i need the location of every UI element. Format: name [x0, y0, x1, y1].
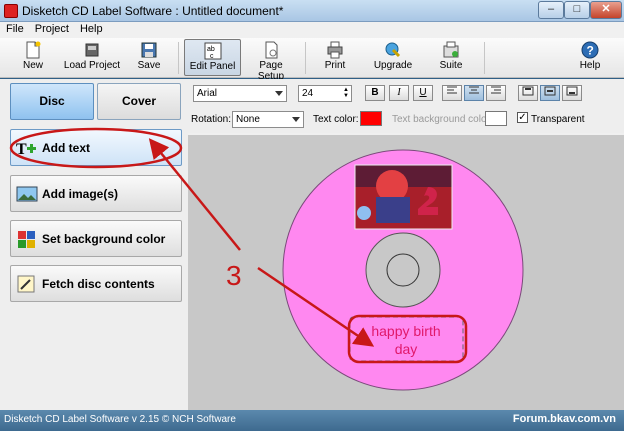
font-select[interactable]: Arial: [193, 85, 287, 102]
valign-bottom-icon: [566, 86, 578, 96]
text-background-color-label: Text background color:: [392, 114, 493, 125]
fetch-disc-contents-button[interactable]: Fetch disc contents: [10, 265, 182, 302]
italic-button[interactable]: I: [389, 85, 409, 101]
menu-file[interactable]: File: [0, 22, 29, 35]
fetch-contents-icon: [17, 275, 35, 293]
align-center-icon: [469, 86, 479, 94]
toolbar-separator: [305, 42, 306, 74]
edit-area: Arial 24 ▲ ▼ B I U Rotation: None Text co…: [188, 79, 624, 410]
save-button[interactable]: Save: [130, 39, 168, 76]
load-project-button[interactable]: Load Project: [60, 39, 124, 76]
font-size-spinner[interactable]: 24 ▲ ▼: [298, 85, 352, 102]
edit-panel-button[interactable]: ab c Edit Panel: [184, 39, 241, 76]
svg-text:T: T: [16, 141, 27, 157]
valign-middle-icon: [544, 86, 556, 96]
printer-icon: [327, 41, 343, 59]
set-background-color-button[interactable]: Set background color: [10, 220, 182, 257]
title-bar: Disketch CD Label Software : Untitled do…: [0, 0, 624, 22]
align-center-button[interactable]: [464, 85, 484, 101]
text-background-color-swatch[interactable]: [485, 111, 507, 126]
status-text: Disketch CD Label Software v 2.15 © NCH …: [4, 414, 236, 425]
add-text-icon: T: [16, 141, 36, 157]
toolbar-separator: [178, 42, 179, 74]
add-images-button[interactable]: Add image(s): [10, 175, 182, 212]
suite-icon: [443, 41, 459, 58]
maximize-button[interactable]: □: [564, 1, 590, 19]
close-button[interactable]: ✕: [590, 1, 622, 19]
save-icon: [141, 42, 157, 58]
toolbar: New Load Project Save ab c Edit Panel Pag…: [0, 38, 624, 82]
underline-button[interactable]: U: [413, 85, 433, 101]
menu-bar: File Project Help: [0, 22, 624, 38]
page-setup-icon: [265, 41, 278, 59]
valign-top-button[interactable]: [518, 85, 538, 101]
transparent-label: Transparent: [531, 114, 585, 125]
disc-center-hole: [386, 253, 420, 287]
upgrade-icon: [385, 42, 401, 58]
svg-text:ab: ab: [207, 46, 215, 53]
transparent-checkbox[interactable]: ✓: [517, 112, 528, 123]
status-bar: Disketch CD Label Software v 2.15 © NCH …: [0, 410, 624, 431]
watermark-text: Forum.bkav.com.vn: [512, 413, 616, 425]
valign-bottom-button[interactable]: [562, 85, 582, 101]
load-project-icon: [85, 43, 99, 57]
text-properties-bar: Arial 24 ▲ ▼ B I U Rotation: None Text co…: [188, 79, 624, 133]
add-text-button[interactable]: T Add text: [10, 129, 182, 166]
color-palette-icon: [18, 231, 35, 248]
help-button[interactable]: ? Help: [576, 39, 604, 76]
annotation-step-number: 3: [226, 260, 242, 291]
disc-preview: happy birth day: [282, 149, 524, 391]
tab-disc[interactable]: Disc: [10, 83, 94, 120]
image-icon: [16, 186, 38, 202]
left-panel: Disc Cover T Add text Add image(s) Set b…: [0, 79, 188, 410]
align-left-button[interactable]: [442, 85, 462, 101]
svg-text:?: ?: [587, 44, 594, 58]
align-right-icon: [491, 86, 501, 94]
menu-help[interactable]: Help: [74, 22, 108, 35]
print-button[interactable]: Print: [318, 39, 352, 76]
window-title: Disketch CD Label Software : Untitled do…: [22, 4, 284, 18]
design-canvas[interactable]: happy birth day: [188, 135, 624, 410]
page-setup-button[interactable]: Page Setup: [246, 39, 296, 82]
align-right-button[interactable]: [486, 85, 506, 101]
disc-text-line2: day: [395, 341, 418, 357]
bold-button[interactable]: B: [365, 85, 385, 101]
text-color-label: Text color:: [313, 114, 359, 125]
align-left-icon: [447, 86, 457, 94]
upgrade-button[interactable]: Upgrade: [372, 39, 414, 76]
tab-cover[interactable]: Cover: [97, 83, 181, 120]
text-color-swatch[interactable]: [360, 111, 382, 126]
rotation-label: Rotation:: [191, 114, 232, 125]
spinner-arrows-icon[interactable]: ▲ ▼: [343, 87, 349, 99]
help-icon: ?: [581, 41, 599, 59]
menu-project[interactable]: Project: [29, 22, 74, 35]
edit-panel-icon: abc: [204, 42, 221, 60]
new-button[interactable]: New: [12, 39, 54, 76]
svg-text:c: c: [210, 53, 214, 60]
rotation-select[interactable]: None: [232, 111, 304, 128]
disc-text-line1: happy birth: [371, 323, 440, 339]
disc-photo[interactable]: [354, 164, 453, 230]
valign-top-icon: [522, 86, 534, 96]
suite-button[interactable]: Suite: [436, 39, 466, 76]
toolbar-separator: [484, 42, 485, 74]
new-document-icon: [26, 41, 41, 59]
valign-middle-button[interactable]: [540, 85, 560, 101]
minimize-button[interactable]: –: [538, 1, 564, 19]
app-icon: [4, 4, 18, 18]
